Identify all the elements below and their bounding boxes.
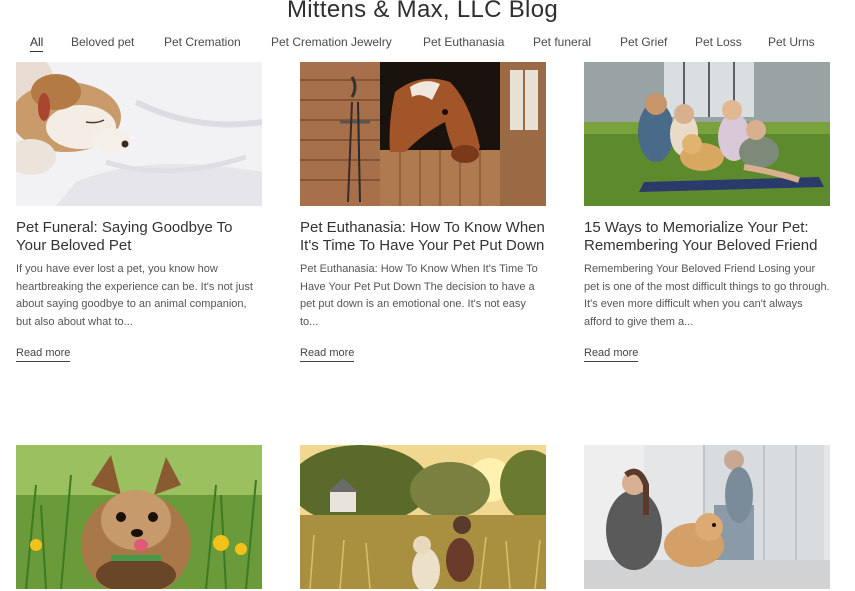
post-excerpt: Remembering Your Beloved Friend Losing y… <box>584 263 830 328</box>
nav-item-pet-cremation[interactable]: Pet Cremation <box>164 35 241 49</box>
post-card: 15 Ways to Memorialize Your Pet: Remembe… <box>584 62 830 362</box>
nav-item-pet-funeral[interactable]: Pet funeral <box>533 35 591 49</box>
post-excerpt: Pet Euthanasia: How To Know When It's Ti… <box>300 263 538 328</box>
post-card: Pet Euthanasia: How To Know When It's Ti… <box>300 62 546 362</box>
read-more-link[interactable]: Read more <box>16 347 71 362</box>
post-title[interactable]: 15 Ways to Memorialize Your Pet: Remembe… <box>584 219 830 254</box>
post-image-yorkie[interactable] <box>16 445 262 589</box>
nav-item-pet-grief[interactable]: Pet Grief <box>620 35 667 49</box>
nav-item-pet-loss[interactable]: Pet Loss <box>695 35 742 49</box>
post-excerpt: If you have ever lost a pet, you know ho… <box>16 263 253 328</box>
nav-item-all[interactable]: All <box>30 35 44 52</box>
nav-item-pet-urns[interactable]: Pet Urns <box>768 35 815 49</box>
post-image-horse[interactable] <box>300 62 546 206</box>
read-more-link[interactable]: Read more <box>300 347 355 362</box>
post-title[interactable]: Pet Funeral: Saying Goodbye To Your Belo… <box>16 219 262 254</box>
post-card <box>584 445 830 589</box>
post-image-vet-clinic[interactable] <box>584 445 830 589</box>
post-image-sleeping-dog[interactable] <box>16 62 262 206</box>
post-card <box>300 445 546 589</box>
blog-page: Mittens & Max, LLC Blog All Beloved pet … <box>0 0 855 591</box>
post-image-meadow-sunset[interactable] <box>300 445 546 589</box>
post-title[interactable]: Pet Euthanasia: How To Know When It's Ti… <box>300 219 546 254</box>
blog-title: Mittens & Max, LLC Blog <box>286 0 558 23</box>
nav-item-pet-cremation-jewelry[interactable]: Pet Cremation Jewelry <box>271 35 392 49</box>
nav-item-pet-euthanasia[interactable]: Pet Euthanasia <box>423 35 504 49</box>
nav-item-beloved-pet[interactable]: Beloved pet <box>71 35 134 49</box>
post-card: Pet Funeral: Saying Goodbye To Your Belo… <box>16 62 262 362</box>
read-more-link[interactable]: Read more <box>584 347 639 362</box>
post-image-family-dog[interactable] <box>584 62 830 206</box>
post-card <box>16 445 262 589</box>
